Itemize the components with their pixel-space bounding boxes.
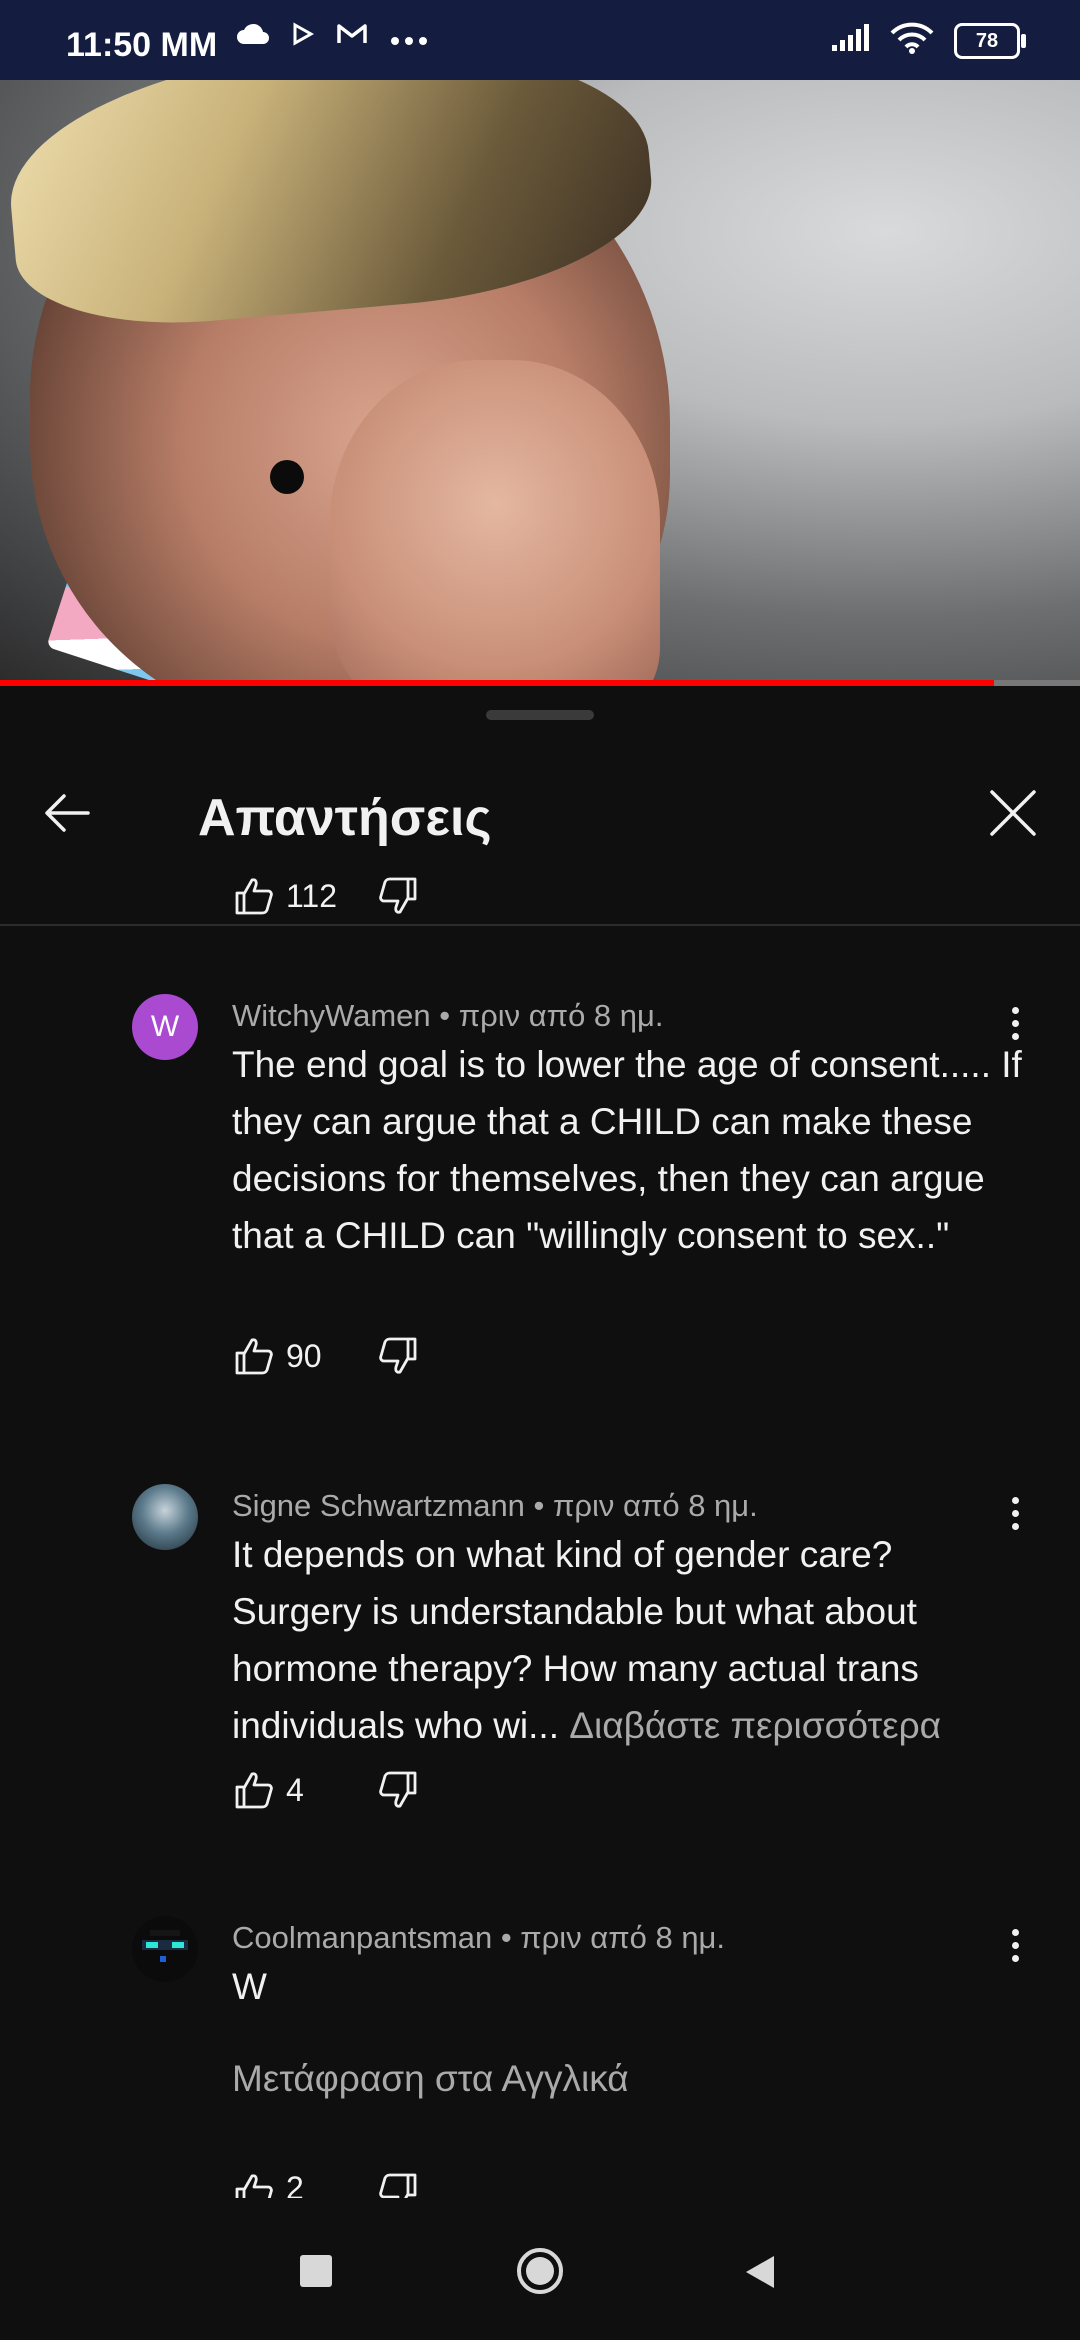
like-count: 112	[286, 877, 338, 914]
like-button[interactable]	[232, 1334, 276, 1378]
comment-actions: 4	[232, 1768, 420, 1812]
pixel-avatar-icon	[142, 1930, 188, 1962]
dislike-button[interactable]	[376, 874, 420, 918]
like-count: 2	[286, 2170, 304, 2198]
comment-actions: 2	[232, 2170, 420, 2198]
thumbs-up-icon	[235, 1772, 273, 1809]
avatar[interactable]	[132, 1484, 198, 1550]
dislike-button[interactable]	[376, 1768, 420, 1812]
like-count: 4	[286, 1771, 304, 1808]
like-button[interactable]	[232, 874, 276, 918]
back-arrow-icon	[45, 794, 90, 832]
comment-text: It depends on what kind of gender care? …	[232, 1526, 1032, 1754]
system-back-button[interactable]	[740, 2252, 780, 2292]
comment-meta: Signe Schwartzmann • πριν από 8 ημ.	[232, 1488, 758, 1523]
translate-link[interactable]: Μετάφραση στα Αγγλικά	[232, 2058, 629, 2100]
status-time: 11:50 MM	[66, 26, 218, 64]
comment-text: W	[232, 1966, 267, 2007]
battery-icon: 78	[954, 22, 1026, 59]
avatar-letter: W	[150, 1010, 180, 1043]
header-divider	[0, 924, 1080, 926]
replies-sheet: Απαντήσεις 112 W WitchyWamen • πριν από …	[0, 688, 1080, 2200]
thumbs-up-icon	[235, 878, 273, 915]
home-circle-icon	[517, 2248, 563, 2294]
recents-button[interactable]	[300, 2255, 332, 2287]
more-dots-icon	[390, 22, 428, 52]
video-progress-fill	[0, 680, 994, 686]
like-count: 90	[286, 1337, 322, 1374]
comment-actions: 90	[232, 1334, 420, 1378]
dislike-button[interactable]	[376, 1334, 420, 1378]
read-more-link[interactable]: Διαβάστε περισσότερα	[569, 1705, 941, 1746]
back-triangle-icon	[746, 2256, 774, 2288]
video-progress-bar[interactable]	[0, 680, 1080, 686]
status-bar: 11:50 MM 78	[0, 0, 1080, 80]
sheet-title: Απαντήσεις	[198, 789, 492, 847]
cloud-icon	[236, 22, 270, 52]
back-button[interactable]	[40, 786, 94, 840]
video-frame-earring	[270, 460, 304, 494]
avatar[interactable]: W	[132, 994, 198, 1060]
wifi-icon	[890, 22, 934, 59]
comment-text: The end goal is to lower the age of cons…	[232, 1044, 1022, 1256]
comment-meta: Coolmanpantsman • πριν από 8 ημ.	[232, 1920, 726, 1955]
video-player[interactable]	[0, 80, 1080, 685]
thumbs-up-icon	[235, 2174, 273, 2198]
thumbs-down-icon	[379, 2173, 417, 2198]
gmail-icon	[336, 22, 368, 52]
dislike-button[interactable]	[376, 2170, 420, 2198]
thumbs-down-icon	[379, 1337, 417, 1374]
drag-handle[interactable]	[486, 710, 594, 720]
like-button[interactable]	[232, 2170, 276, 2198]
avatar[interactable]	[132, 1916, 198, 1982]
signal-icon	[830, 23, 870, 58]
notification-icons	[236, 22, 428, 52]
system-nav-bar	[0, 2200, 1080, 2340]
comment-meta: WitchyWamen • πριν από 8 ημ.	[232, 998, 664, 1033]
home-button[interactable]	[515, 2246, 565, 2296]
video-frame-hands	[330, 360, 660, 685]
play-icon	[292, 22, 315, 52]
parent-comment-actions: 112	[232, 874, 420, 918]
thumbs-up-icon	[235, 1338, 273, 1375]
sheet-header: Απαντήσεις	[0, 758, 1080, 926]
thumbs-down-icon	[379, 1771, 417, 1808]
close-icon	[990, 790, 1036, 836]
close-button[interactable]	[986, 786, 1040, 840]
thumbs-down-icon	[379, 877, 417, 914]
like-button[interactable]	[232, 1768, 276, 1812]
